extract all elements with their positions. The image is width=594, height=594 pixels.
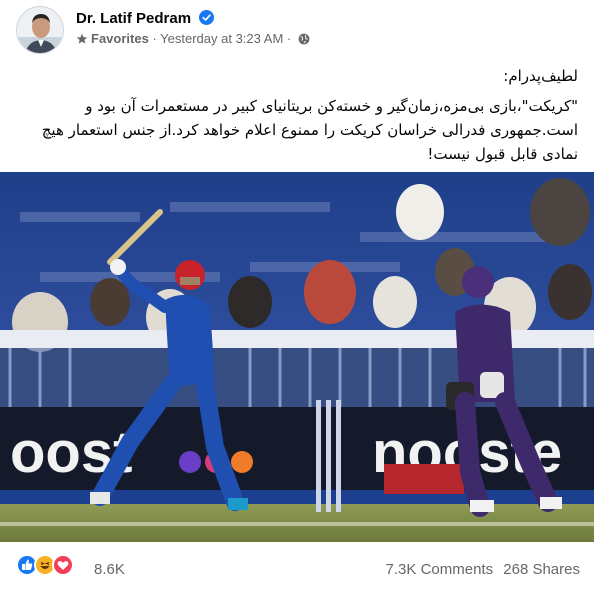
- author-avatar[interactable]: [16, 6, 64, 54]
- audience-label: Favorites: [91, 31, 149, 46]
- engagement-stats: 7.3K Comments 268 Shares: [380, 561, 580, 578]
- post-text-intro: لطیف‌پدرام:: [503, 67, 578, 85]
- author-name[interactable]: Dr. Latif Pedram: [76, 10, 191, 27]
- star-icon: [76, 33, 88, 44]
- post-footer: 8.6K 7.3K Comments 268 Shares: [16, 550, 580, 586]
- verified-badge-icon: [199, 10, 215, 25]
- post-header: Dr. Latif Pedram Favorites · Yesterday a…: [16, 6, 576, 56]
- post-text-body: "کریکت"،بازی بی‌مزه،زمان‌گیر و خسته‌کن ب…: [41, 97, 578, 163]
- post-meta: Favorites · Yesterday at 3:23 AM ·: [76, 31, 310, 46]
- shares-count[interactable]: 268 Shares: [503, 561, 580, 578]
- post-photo[interactable]: oost nooste: [0, 172, 594, 542]
- meta-separator-2: ·: [286, 31, 292, 46]
- post-timestamp[interactable]: Yesterday at 3:23 AM: [160, 31, 283, 46]
- post-text: لطیف‌پدرام: "کریکت"،بازی بی‌مزه،زمان‌گیر…: [16, 64, 578, 166]
- love-icon: [52, 554, 74, 576]
- author-name-row: Dr. Latif Pedram: [76, 10, 215, 27]
- comments-count[interactable]: 7.3K Comments: [386, 561, 494, 578]
- reaction-count[interactable]: 8.6K: [94, 561, 125, 578]
- meta-separator: ·: [152, 31, 157, 46]
- facebook-post: Dr. Latif Pedram Favorites · Yesterday a…: [0, 0, 594, 594]
- globe-icon[interactable]: [298, 33, 310, 45]
